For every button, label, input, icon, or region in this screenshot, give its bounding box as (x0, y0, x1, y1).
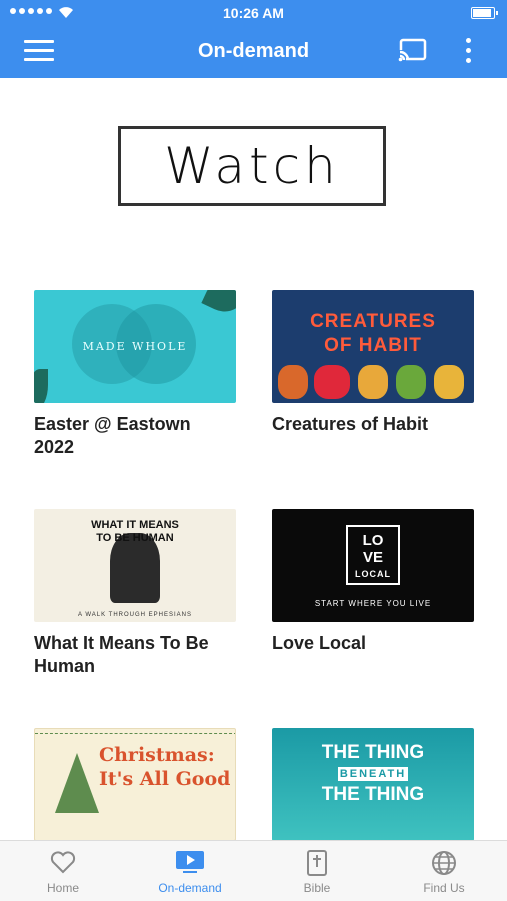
tab-home[interactable]: Home (0, 841, 126, 901)
string-lights-decoration (35, 733, 235, 737)
card-the-thing-beneath-the-thing[interactable]: THE THING BENEATH THE THING (272, 728, 474, 841)
palm-leaf-decoration (34, 369, 48, 403)
thumbnail-text: OF HABIT (324, 335, 422, 356)
thumbnail-subtitle: A WALK THROUGH EPHESIANS (77, 612, 193, 618)
watch-banner: Watch (118, 126, 386, 206)
heart-icon (50, 851, 76, 874)
thumbnail-text: THE THING (321, 784, 425, 805)
card-thumbnail: Christmas: It's All Good (34, 728, 236, 841)
card-title: Creatures of Habit (272, 414, 429, 434)
battery-icon (471, 7, 498, 19)
more-vertical-icon (465, 38, 471, 43)
tab-label: Bible (303, 881, 331, 895)
bible-icon (307, 850, 327, 876)
card-title: What It Means To Be Human (34, 633, 209, 676)
banner-text: Watch (164, 137, 340, 195)
card-creatures-of-habit[interactable]: CREATURES OF HABIT Creatures of Habit (272, 290, 474, 436)
tab-label: Find Us (423, 881, 465, 895)
monster-illustration (396, 365, 426, 399)
card-thumbnail: THE THING BENEATH THE THING (272, 728, 474, 841)
more-button[interactable] (460, 38, 476, 66)
thumbnail-text: BENEATH (338, 767, 408, 781)
monster-illustration (358, 365, 388, 399)
cast-icon (398, 38, 427, 62)
thumbnail-subtitle: START WHERE YOU LIVE (314, 599, 432, 608)
tab-bar: Home On-demand Bible Find Us (0, 840, 507, 901)
thumbnail-text: WHAT IT MEANS (91, 519, 179, 531)
card-thumbnail: CREATURES OF HABIT (272, 290, 474, 403)
status-bar: 10:26 AM (0, 0, 507, 26)
tab-label: Home (46, 881, 79, 895)
status-time: 10:26 AM (223, 5, 284, 21)
palm-leaf-decoration (201, 290, 236, 319)
tab-label: On-demand (158, 881, 222, 895)
tab-find-us[interactable]: Find Us (381, 841, 507, 901)
card-thumbnail: LO VE LOCAL START WHERE YOU LIVE (272, 509, 474, 622)
card-easter[interactable]: MADE WHOLE Easter @ Eastown 2022 (34, 290, 236, 459)
monster-illustration (314, 365, 350, 399)
tab-on-demand[interactable]: On-demand (127, 841, 253, 901)
card-what-it-means-to-be-human[interactable]: WHAT IT MEANS TO BE HUMAN A WALK THROUGH… (34, 509, 236, 678)
monster-illustration (278, 365, 308, 399)
monster-illustration (434, 365, 464, 399)
christmas-tree-icon (55, 753, 99, 813)
cast-button[interactable] (398, 38, 428, 69)
card-love-local[interactable]: LO VE LOCAL START WHERE YOU LIVE Love Lo… (272, 509, 474, 655)
card-title: Love Local (272, 633, 367, 653)
thumbnail-text: TO BE HUMAN (96, 532, 174, 544)
card-christmas[interactable]: Christmas: It's All Good (34, 728, 236, 841)
thumbnail-text: It's All Good (99, 768, 231, 790)
thumbnail-text: THE THING (321, 742, 425, 763)
page-title: On-demand (197, 40, 310, 62)
thumbnail-text: MADE WHOLE (82, 340, 188, 353)
card-title: Easter @ Eastown 2022 (34, 414, 191, 457)
thumbnail-text: CREATURES (310, 311, 436, 332)
card-thumbnail: WHAT IT MEANS TO BE HUMAN A WALK THROUGH… (34, 509, 236, 622)
tab-bible[interactable]: Bible (254, 841, 380, 901)
app-bar: On-demand (0, 26, 507, 78)
card-thumbnail: MADE WHOLE (34, 290, 236, 403)
thumbnail-text: Christmas: (99, 744, 215, 766)
globe-icon (432, 851, 456, 875)
love-local-logo: LO VE LOCAL (346, 525, 400, 585)
tv-play-icon (176, 851, 204, 873)
